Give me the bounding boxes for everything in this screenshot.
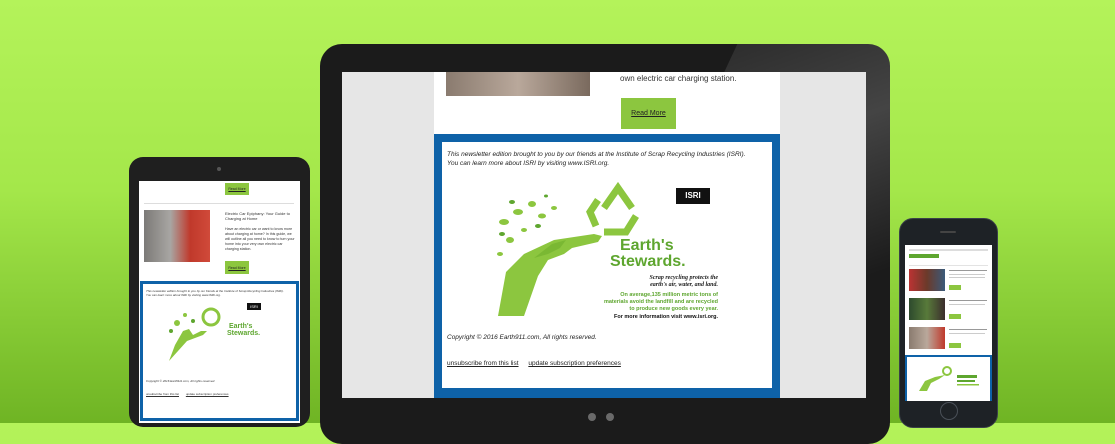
phone-footer-border [905,355,992,401]
article-line [949,304,985,305]
page-dot [606,413,614,421]
copyright-text: Copyright © 2016 Earth911.com, All right… [447,334,597,341]
footer-links: unsubscribe from this list update subscr… [146,392,229,397]
stat-text: On average,135 million metric tons of mat… [603,292,718,312]
article-thumbnail [446,72,590,96]
page-dot [588,413,596,421]
credit-text: This newsletter edition brought to you b… [447,151,746,167]
headline-2: Stewards. [610,253,686,270]
more-info-text: For more information visit www.isri.org. [613,314,718,320]
article-line [949,277,985,278]
tagline: Scrap recycling protects the earth's air,… [649,275,719,288]
article-section: own electric car charging station. Read … [434,72,780,134]
article-body: Have an electric car or want to know mor… [225,227,295,251]
home-button[interactable] [940,402,958,420]
main-tablet: own electric car charging station. Read … [320,44,890,444]
isri-banner: ISRI Earth's Stewards. Scrap recycling p… [494,182,730,322]
read-more-button[interactable] [949,343,961,348]
footer-border: This newsletter edition brought to you b… [140,281,299,421]
update-prefs-link[interactable]: update subscription preferences [186,392,229,396]
left-tablet: Read More Electric Car Epiphany: Your Gu… [129,157,310,427]
divider [144,203,294,204]
footer-inner: This newsletter edition brought to you b… [143,284,296,418]
main-tablet-screen: own electric car charging station. Read … [342,72,866,398]
read-more-button[interactable] [949,314,961,319]
divider [909,265,988,266]
article-desc: own electric car charging station. [620,74,737,83]
headline-1: Earth's [620,237,674,254]
speaker-icon [940,231,956,233]
article-title: Electric Car Epiphany: Your Guide to Cha… [225,211,290,221]
article-line [949,274,985,275]
credit-text: This newsletter edition brought to you b… [146,289,284,297]
logo-mini [909,254,939,258]
article-line [949,270,987,271]
page-dots [588,408,624,426]
phone [899,218,998,428]
left-tablet-screen: Read More Electric Car Epiphany: Your Gu… [139,181,300,423]
read-more-button[interactable] [949,285,961,290]
unsubscribe-link[interactable]: unsubscribe from this list [447,360,519,367]
banner-small: Earth's Stewards. ISRI [163,301,273,369]
sponsor-footer-inner: This newsletter edition brought to you b… [442,142,772,388]
header-bar [909,249,988,251]
update-prefs-link[interactable]: update subscription preferences [528,360,621,367]
read-more-button[interactable]: Read More [621,98,676,129]
article-thumb-2 [909,298,945,320]
read-more-button[interactable]: Read More [225,183,249,195]
article-thumbnail [144,210,210,262]
unsubscribe-link[interactable]: unsubscribe from this list [146,392,179,396]
camera-icon [217,167,221,171]
copyright-text: Copyright © 2016 Earth911.com, All right… [146,379,216,383]
article-line [949,333,985,334]
read-more-button-2[interactable]: Read More [225,261,249,274]
isri-logo: ISRI [676,188,710,204]
article-thumb-1 [909,269,945,291]
article-line [949,300,987,301]
article-line [949,329,987,330]
recycle-hand-graphic [919,366,979,391]
article-thumb-3 [909,327,945,349]
phone-screen [905,245,992,401]
email-newsletter: own electric car charging station. Read … [434,72,780,398]
sponsor-footer: This newsletter edition brought to you b… [434,134,780,398]
phone-footer-inner [907,357,990,401]
footer-links: unsubscribe from this list update subscr… [447,360,629,367]
